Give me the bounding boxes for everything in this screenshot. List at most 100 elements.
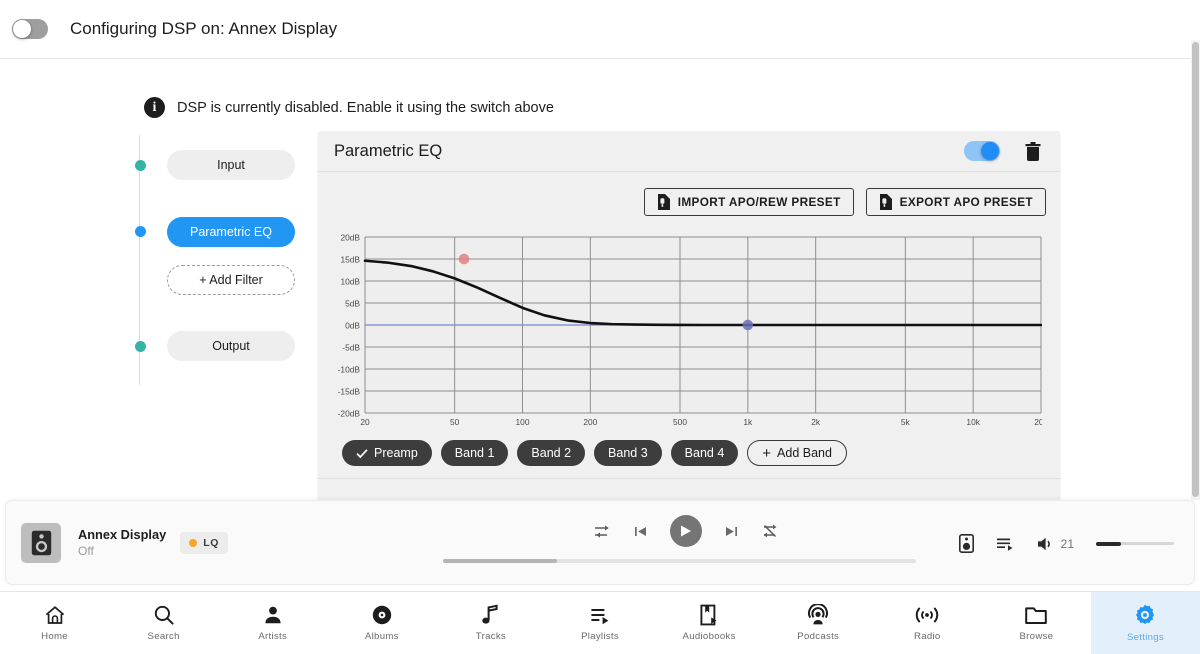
nav-item-browse[interactable]: Browse — [982, 592, 1091, 654]
play-queue-button[interactable] — [996, 536, 1015, 552]
add-band-label: Add Band — [777, 446, 832, 460]
previous-track-icon — [633, 524, 648, 539]
music-note-icon — [480, 604, 502, 626]
nav-item-radio[interactable]: Radio — [873, 592, 982, 654]
preset-actions: IMPORT APO/REW PRESET EXPORT APO PRESET — [332, 184, 1046, 224]
x-tick-label: 500 — [673, 417, 687, 427]
nav-item-playlists[interactable]: Playlists — [545, 592, 654, 654]
y-tick-label: -10dB — [338, 365, 361, 375]
panel-header: Parametric EQ — [318, 131, 1060, 172]
now-playing-subtitle: Off — [78, 544, 166, 558]
x-tick-label: 20 — [360, 417, 370, 427]
band-chip-label: Band 2 — [531, 446, 571, 460]
trash-icon — [1025, 142, 1041, 161]
nav-item-search[interactable]: Search — [109, 592, 218, 654]
search-icon — [153, 604, 175, 626]
nav-item-audiobooks[interactable]: Audiobooks — [655, 592, 764, 654]
nav-item-label: Browse — [1019, 631, 1053, 642]
sidebar-item-input[interactable]: Input — [167, 150, 295, 180]
top-bar: Configuring DSP on: Annex Display — [0, 0, 1200, 59]
album-icon — [371, 604, 393, 626]
next-track-icon — [724, 524, 739, 539]
import-preset-button[interactable]: IMPORT APO/REW PRESET — [644, 188, 854, 216]
repeat-button[interactable] — [761, 523, 779, 539]
transport-controls — [436, 501, 936, 547]
page-title: Configuring DSP on: Annex Display — [70, 19, 337, 39]
queue-order-button[interactable] — [594, 524, 611, 539]
delete-filter-button[interactable] — [1020, 138, 1046, 164]
next-track-button[interactable] — [724, 524, 739, 539]
quality-dot-icon — [189, 539, 197, 547]
x-tick-label: 50 — [450, 417, 460, 427]
y-tick-label: 15dB — [340, 255, 360, 265]
band-chip-label: Band 1 — [455, 446, 495, 460]
y-tick-label: -15dB — [338, 387, 361, 397]
chain-label-parametric-eq: Parametric EQ — [190, 225, 272, 239]
y-tick-label: 10dB — [340, 277, 360, 287]
x-tick-label: 10k — [966, 417, 980, 427]
y-tick-label: -5dB — [342, 343, 360, 353]
now-playing-artwork — [21, 523, 61, 563]
play-icon — [679, 524, 692, 538]
panel-footer-space — [332, 479, 1046, 500]
nav-item-home[interactable]: Home — [0, 592, 109, 654]
nav-item-tracks[interactable]: Tracks — [436, 592, 545, 654]
chain-node-output — [135, 341, 146, 352]
nav-item-artists[interactable]: Artists — [218, 592, 327, 654]
quality-badge[interactable]: LQ — [180, 532, 228, 554]
parametric-eq-enable-toggle[interactable] — [964, 141, 1000, 161]
previous-track-button[interactable] — [633, 524, 648, 539]
chain-label-input: Input — [217, 158, 245, 172]
band-selector: Preamp Band 1 Band 2 Band 3 Band 4 +Add Band — [332, 428, 1046, 478]
band-chip-preamp[interactable]: Preamp — [342, 440, 432, 466]
dsp-master-toggle[interactable] — [12, 19, 48, 39]
output-device-button[interactable] — [959, 534, 974, 553]
volume-control[interactable]: 21 — [1037, 536, 1074, 552]
y-tick-label: -20dB — [338, 409, 361, 419]
band-chip-label: Band 4 — [685, 446, 725, 460]
nav-item-label: Playlists — [581, 631, 619, 642]
nav-item-label: Home — [41, 631, 68, 642]
band1-handle[interactable] — [743, 320, 754, 331]
add-filter-button[interactable]: + Add Filter — [167, 265, 295, 295]
panel-title: Parametric EQ — [334, 142, 964, 161]
band-chip-band-4[interactable]: Band 4 — [671, 440, 739, 466]
nav-item-podcasts[interactable]: Podcasts — [764, 592, 873, 654]
nav-item-settings[interactable]: Settings — [1091, 592, 1200, 654]
x-tick-label: 1k — [743, 417, 753, 427]
settings-scroll-region: i DSP is currently disabled. Enable it u… — [0, 59, 1200, 500]
now-playing-title: Annex Display — [78, 527, 166, 542]
y-tick-label: 20dB — [340, 233, 360, 243]
nav-item-albums[interactable]: Albums — [327, 592, 436, 654]
preamp-handle[interactable] — [459, 254, 470, 265]
podcast-icon — [807, 604, 829, 626]
play-button[interactable] — [670, 515, 702, 547]
nav-item-label: Settings — [1127, 632, 1164, 643]
volume-slider[interactable] — [1096, 542, 1174, 545]
now-playing-meta: Annex Display Off — [78, 527, 166, 558]
seek-slider[interactable] — [443, 559, 916, 563]
sidebar-item-output[interactable]: Output — [167, 331, 295, 361]
x-tick-label: 20k — [1034, 417, 1042, 427]
repeat-off-icon — [761, 523, 779, 539]
nav-item-label: Artists — [258, 631, 287, 642]
playlist-icon — [589, 604, 611, 626]
volume-icon — [1037, 536, 1056, 552]
eq-response-graph[interactable]: 20dB15dB10dB5dB0dB-5dB-10dB-15dB-20dB205… — [332, 228, 1042, 428]
toggle-knob — [13, 20, 31, 38]
export-preset-button[interactable]: EXPORT APO PRESET — [866, 188, 1046, 216]
band-chip-band-3[interactable]: Band 3 — [594, 440, 662, 466]
band-chip-band-1[interactable]: Band 1 — [441, 440, 509, 466]
notice-text: DSP is currently disabled. Enable it usi… — [177, 100, 554, 116]
scrollbar-thumb[interactable] — [1192, 42, 1199, 497]
nav-item-label: Audiobooks — [683, 631, 736, 642]
dsp-disabled-notice: i DSP is currently disabled. Enable it u… — [144, 97, 554, 118]
nav-item-label: Albums — [365, 631, 399, 642]
parametric-eq-panel: Parametric EQ — [318, 131, 1060, 500]
band-chip-band-2[interactable]: Band 2 — [517, 440, 585, 466]
eq-graph-svg: 20dB15dB10dB5dB0dB-5dB-10dB-15dB-20dB205… — [332, 228, 1042, 428]
sidebar-item-parametric-eq[interactable]: Parametric EQ — [167, 217, 295, 247]
gear-icon — [1133, 603, 1157, 627]
add-band-button[interactable]: +Add Band — [747, 440, 847, 466]
nav-item-label: Search — [148, 631, 180, 642]
